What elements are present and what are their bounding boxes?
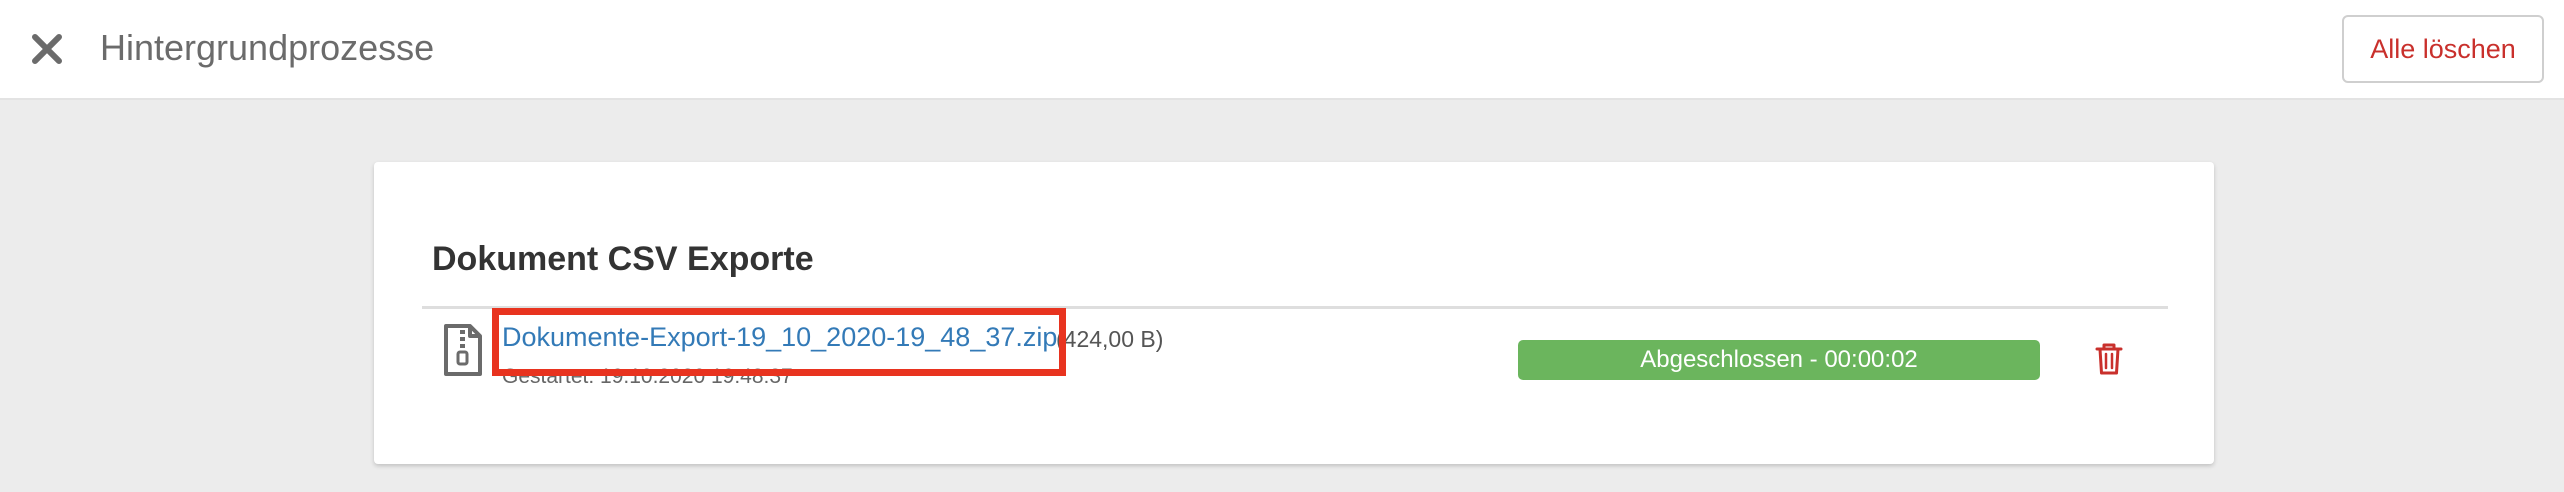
close-icon[interactable] <box>28 30 66 68</box>
export-file-link[interactable]: Dokumente-Export-19_10_2020-19_48_37.zip <box>502 320 1057 354</box>
status-progress-bar: Abgeschlossen - 00:00:02 <box>1518 340 2040 380</box>
section-title: Dokument CSV Exporte <box>432 240 814 278</box>
delete-all-button[interactable]: Alle löschen <box>2342 15 2544 83</box>
file-size: (424,00 B) <box>1056 326 1164 352</box>
started-timestamp: Gestartet: 19.10.2020 19:48:37 <box>502 365 793 388</box>
divider <box>422 306 2168 309</box>
zip-file-icon <box>442 322 484 378</box>
top-bar: Hintergrundprozesse Alle löschen <box>0 0 2564 100</box>
trash-icon[interactable] <box>2094 342 2124 376</box>
export-card: Dokument CSV Exporte Dokumente-Export-19… <box>374 162 2214 464</box>
page-title: Hintergrundprozesse <box>100 27 435 68</box>
